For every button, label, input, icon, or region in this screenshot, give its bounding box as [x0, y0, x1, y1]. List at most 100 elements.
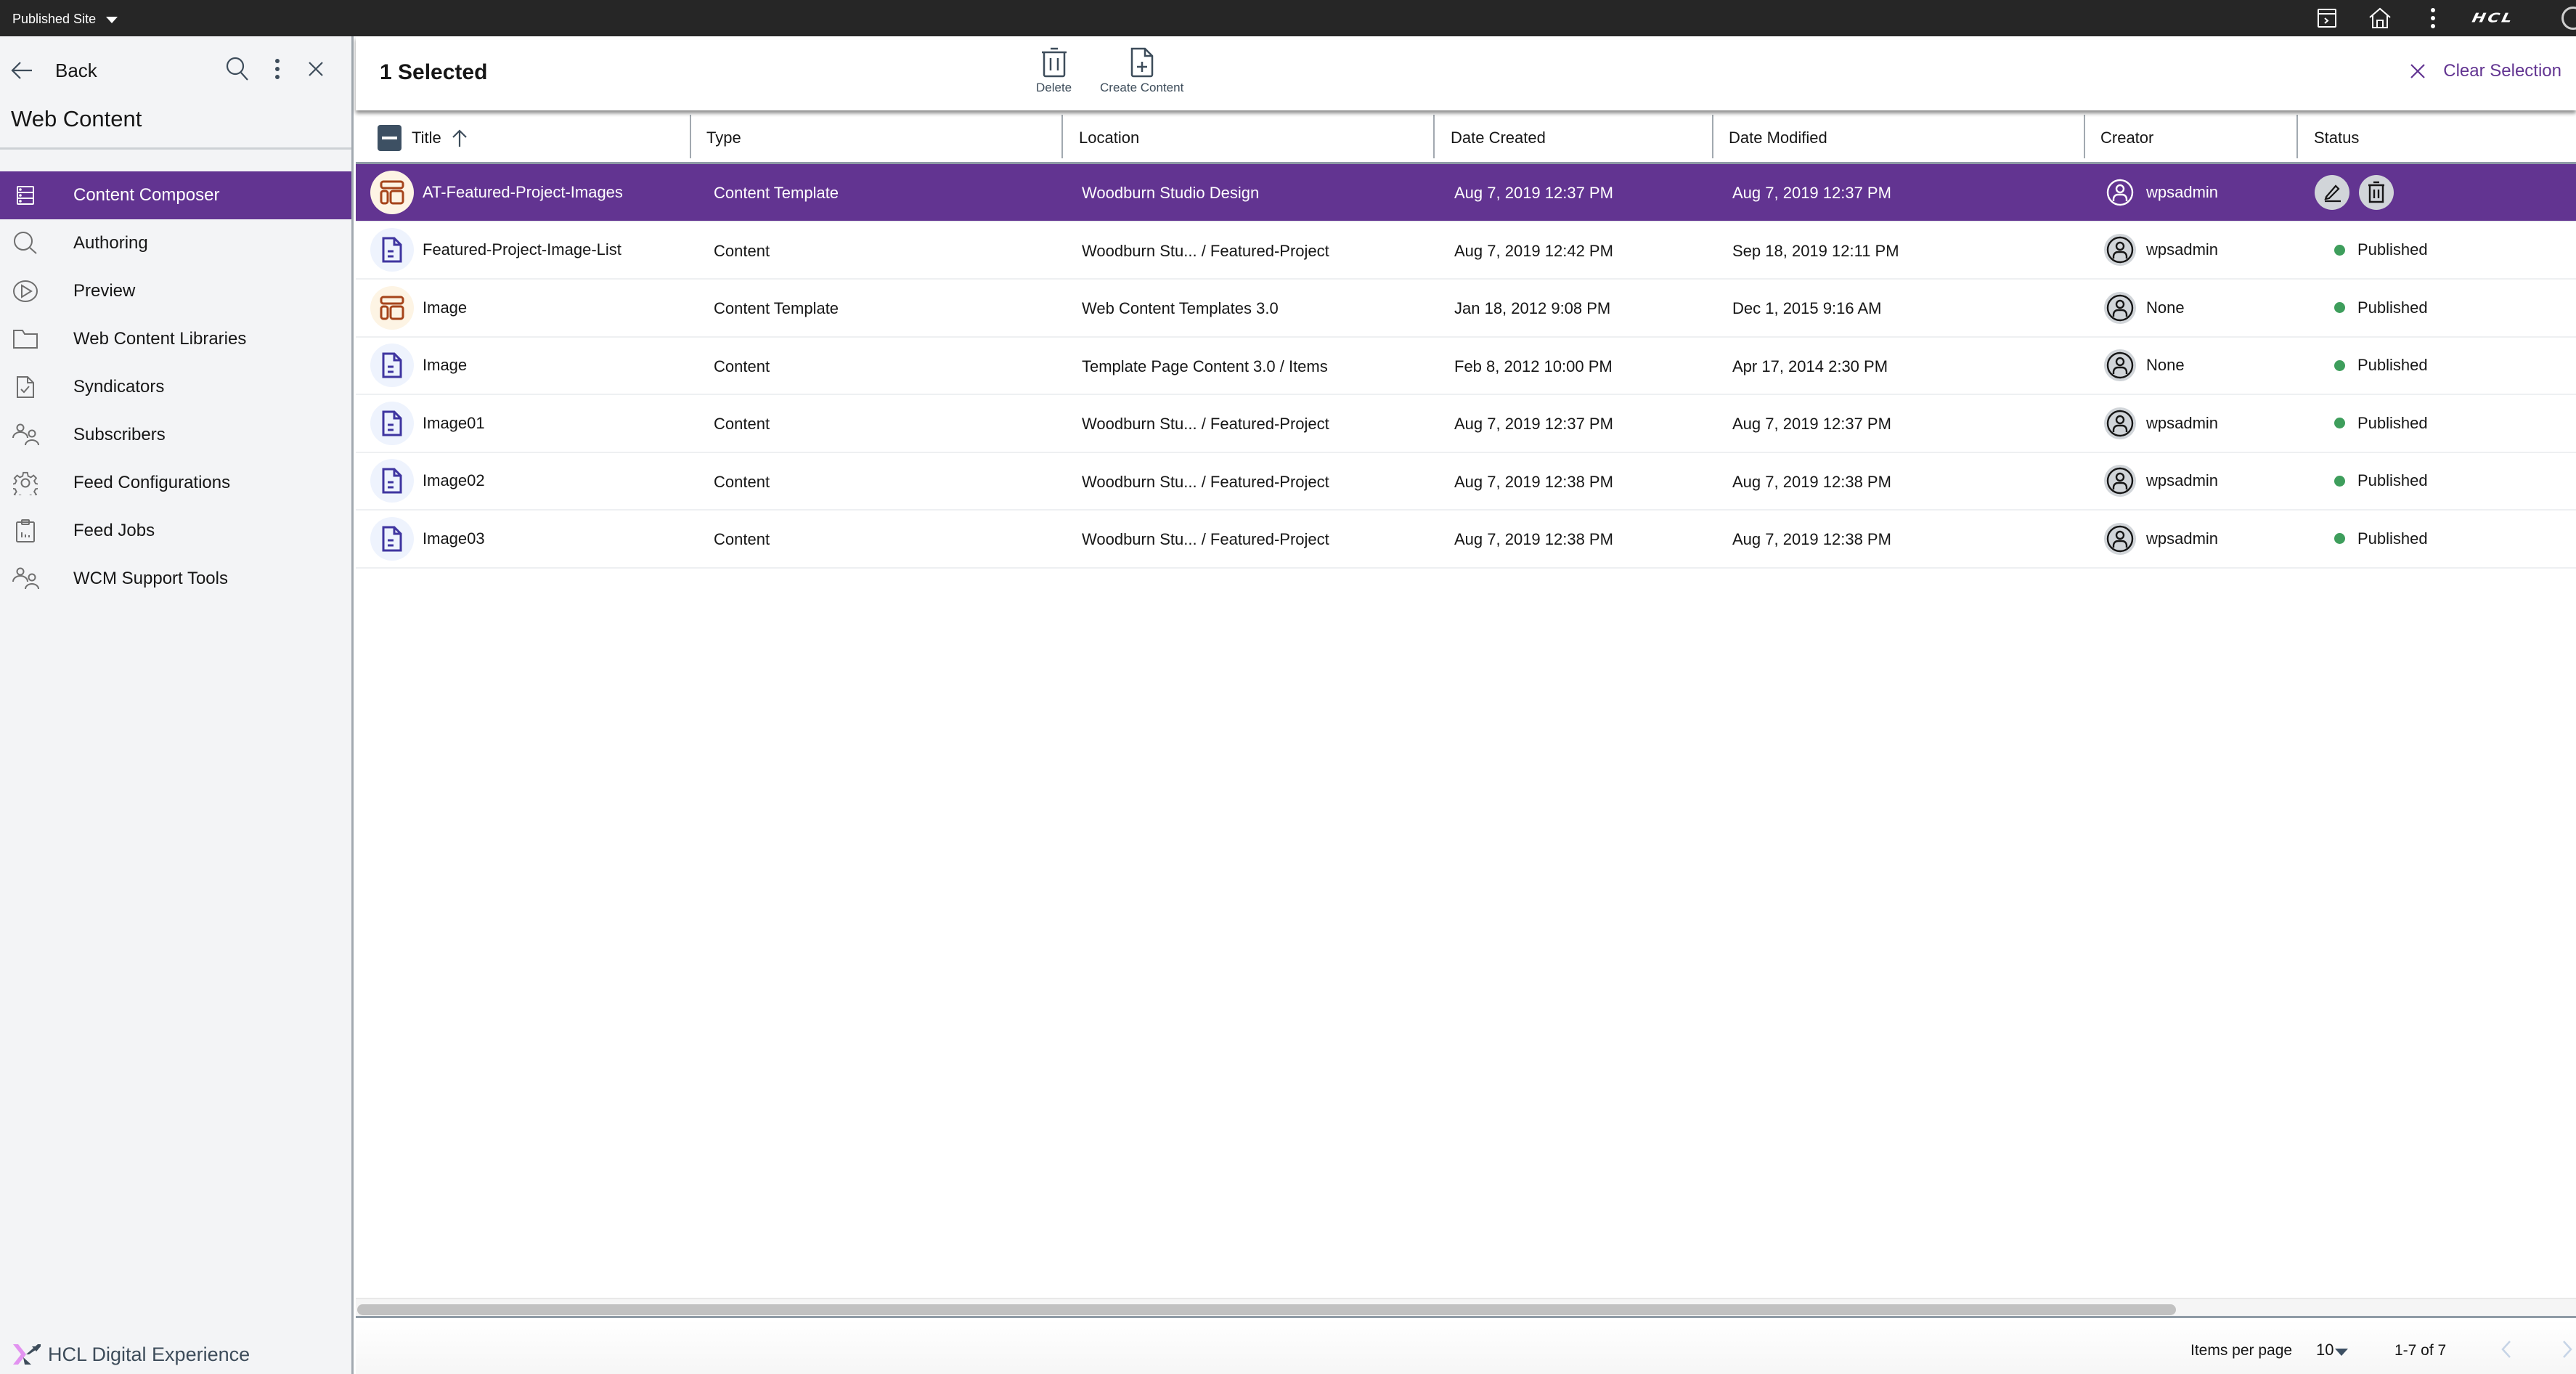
cell-status: Published [2334, 511, 2428, 567]
creator-name: wpsadmin [2146, 182, 2219, 201]
terminal-window-icon[interactable] [2313, 4, 2341, 32]
overflow-menu-icon [275, 59, 280, 79]
sidebar-item-content-composer[interactable]: Content Composer [0, 171, 351, 219]
user-avatar-icon [2104, 465, 2136, 497]
status-label: Published [2357, 471, 2428, 490]
close-sidebar-button[interactable] [298, 51, 334, 87]
delete-row-button[interactable] [2359, 174, 2394, 210]
cell-type: Content [714, 415, 770, 433]
row-title: Image [423, 298, 468, 317]
table-row[interactable]: Image03 Content Woodburn Stu... / Featured… [356, 511, 2576, 569]
table-row[interactable]: Featured-Project-Image-List Content Woodbu… [356, 221, 2576, 280]
cell-date-created: Aug 7, 2019 12:38 PM [1454, 530, 1613, 548]
creator-name: wpsadmin [2146, 529, 2219, 548]
cell-date-modified: Aug 7, 2019 12:38 PM [1732, 530, 1891, 548]
cell-title[interactable]: AT-Featured-Project-Images [356, 164, 693, 221]
table-row[interactable]: Image02 Content Woodburn Stu... / Featured… [356, 452, 2576, 511]
caret-down-icon [2335, 1349, 2349, 1356]
cell-title[interactable]: Image [356, 337, 693, 394]
document-check-icon [0, 363, 51, 411]
table-row[interactable]: Image Content Template Page Content 3.0 / … [356, 337, 2576, 395]
status-label: Published [2357, 529, 2428, 548]
sidebar-item-subscribers[interactable]: Subscribers [0, 411, 351, 459]
select-all-checkbox[interactable] [378, 125, 402, 151]
row-title: Image [423, 356, 468, 375]
next-page-button[interactable] [2556, 1338, 2576, 1361]
home-icon[interactable] [2366, 4, 2394, 32]
sidebar-item-web-content-libraries[interactable]: Web Content Libraries [0, 315, 351, 363]
user-avatar-icon [2104, 522, 2136, 555]
table-row[interactable]: AT-Featured-Project-Images Content Templa… [356, 164, 2576, 222]
main-content: 1 Selected Delete Create Content Clear S… [356, 36, 2576, 1374]
back-button[interactable]: Back [10, 54, 97, 87]
column-header-location[interactable]: Location [1079, 112, 1139, 164]
items-per-page-select[interactable]: 10 [2316, 1341, 2349, 1359]
gear-icon [0, 459, 51, 507]
clear-selection-button[interactable]: Clear Selection [2410, 61, 2561, 81]
cell-creator: wpsadmin [2104, 164, 2218, 221]
cell-title[interactable]: Image01 [356, 395, 693, 452]
user-profile-icon[interactable] [2561, 7, 2576, 30]
caret-down-icon [106, 17, 118, 23]
more-options-button[interactable] [259, 51, 295, 87]
creator-name: wpsadmin [2146, 413, 2219, 432]
sidebar-item-label: Preview [73, 281, 136, 301]
user-avatar-icon [2104, 349, 2136, 382]
cell-date-created: Aug 7, 2019 12:37 PM [1454, 184, 1613, 202]
selection-toolbar: 1 Selected Delete Create Content Clear S… [356, 36, 2576, 110]
hcl-logo: HCL [2470, 11, 2516, 26]
cell-title[interactable]: Image [356, 280, 693, 336]
cell-creator: wpsadmin [2104, 222, 2218, 279]
cell-date-created: Aug 7, 2019 12:38 PM [1454, 472, 1613, 491]
sidebar-item-feed-jobs[interactable]: Feed Jobs [0, 507, 351, 555]
column-header-title[interactable]: Title [378, 112, 468, 164]
sidebar-item-authoring[interactable]: Authoring [0, 219, 351, 267]
table-row[interactable]: Image01 Content Woodburn Stu... / Featured… [356, 395, 2576, 453]
row-title: Image01 [423, 413, 485, 432]
sidebar-item-label: Subscribers [73, 425, 166, 444]
sidebar-item-preview[interactable]: Preview [0, 267, 351, 315]
table-row[interactable]: Image Content Template Web Content Templat… [356, 280, 2576, 338]
cell-title[interactable]: Image03 [356, 511, 693, 567]
create-content-button[interactable]: Create Content [1100, 47, 1183, 95]
column-header-date-modified[interactable]: Date Modified [1729, 112, 1827, 164]
content-composer-icon [0, 171, 51, 219]
sidebar-item-label: Syndicators [73, 377, 165, 397]
horizontal-scrollbar[interactable] [356, 1298, 2576, 1318]
trash-icon [1041, 47, 1067, 78]
column-header-date-created[interactable]: Date Created [1451, 112, 1546, 164]
sidebar-item-wcm-support-tools[interactable]: WCM Support Tools [0, 555, 351, 603]
cell-creator: None [2104, 338, 2185, 394]
previous-page-button[interactable] [2495, 1338, 2518, 1361]
column-header-type[interactable]: Type [706, 112, 741, 164]
cell-type: Content [714, 472, 770, 491]
creator-name: None [2146, 298, 2185, 317]
cell-title[interactable]: Image02 [356, 452, 693, 509]
cell-location: Woodburn Stu... / Featured-Project [1082, 472, 1329, 491]
scrollbar-thumb[interactable] [357, 1304, 2176, 1315]
sidebar-item-feed-configurations[interactable]: Feed Configurations [0, 459, 351, 507]
column-header-status[interactable]: Status [2314, 112, 2359, 164]
cell-title[interactable]: Featured-Project-Image-List [356, 221, 693, 278]
sidebar-item-label: Feed Jobs [73, 521, 155, 540]
edit-button[interactable] [2315, 174, 2349, 210]
arrow-left-icon [11, 62, 32, 79]
pagination-bar: Items per page 10 1-7 of 7 [356, 1320, 2576, 1374]
users-icon [0, 411, 51, 459]
chevron-right-icon [2563, 1341, 2572, 1358]
sidebar-item-label: Authoring [73, 233, 148, 253]
column-header-creator[interactable]: Creator [2100, 112, 2153, 164]
cell-status: Published [2334, 222, 2428, 279]
delete-button[interactable]: Delete [1036, 47, 1072, 95]
users-icon [0, 555, 51, 603]
cell-creator: wpsadmin [2104, 511, 2218, 567]
search-button[interactable] [219, 51, 256, 87]
overflow-menu-icon[interactable] [2419, 4, 2447, 32]
site-selector-dropdown[interactable]: Published Site [12, 9, 118, 29]
sidebar-item-syndicators[interactable]: Syndicators [0, 363, 351, 411]
cell-date-modified: Dec 1, 2015 9:16 AM [1732, 299, 1882, 317]
top-bar: Published Site HCL [0, 0, 2576, 36]
clipboard-chart-icon [0, 507, 51, 555]
chevron-left-icon [2501, 1341, 2511, 1358]
column-header-label: Location [1079, 129, 1140, 147]
